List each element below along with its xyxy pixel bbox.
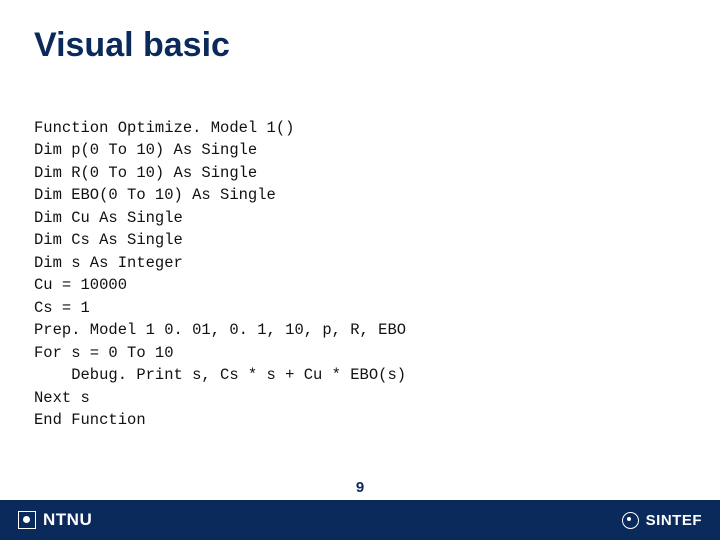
code-line: Dim R(0 To 10) As Single — [34, 164, 257, 182]
code-block: Function Optimize. Model 1() Dim p(0 To … — [0, 65, 720, 432]
code-line: Cs = 1 — [34, 299, 90, 317]
code-line: Prep. Model 1 0. 01, 0. 1, 10, p, R, EBO — [34, 321, 406, 339]
code-line: Next s — [34, 389, 90, 407]
sintef-logo-icon — [622, 512, 639, 529]
slide-title: Visual basic — [0, 0, 720, 65]
code-line: Dim Cu As Single — [34, 209, 183, 227]
code-line: Dim EBO(0 To 10) As Single — [34, 186, 276, 204]
code-line: Dim s As Integer — [34, 254, 183, 272]
code-line: Cu = 10000 — [34, 276, 127, 294]
footer-right-logo: SINTEF — [622, 512, 702, 529]
slide: Visual basic Function Optimize. Model 1(… — [0, 0, 720, 540]
code-line: Function Optimize. Model 1() — [34, 119, 294, 137]
code-line: For s = 0 To 10 — [34, 344, 174, 362]
ntnu-logo-text: NTNU — [43, 510, 92, 530]
code-line: Dim p(0 To 10) As Single — [34, 141, 257, 159]
footer-left-logo: NTNU — [18, 510, 92, 530]
code-line: Debug. Print s, Cs * s + Cu * EBO(s) — [34, 366, 406, 384]
code-line: Dim Cs As Single — [34, 231, 183, 249]
ntnu-logo-icon — [18, 511, 36, 529]
footer-bar: NTNU SINTEF — [0, 500, 720, 540]
sintef-logo-text: SINTEF — [646, 512, 702, 529]
page-number: 9 — [0, 479, 720, 496]
code-line: End Function — [34, 411, 146, 429]
